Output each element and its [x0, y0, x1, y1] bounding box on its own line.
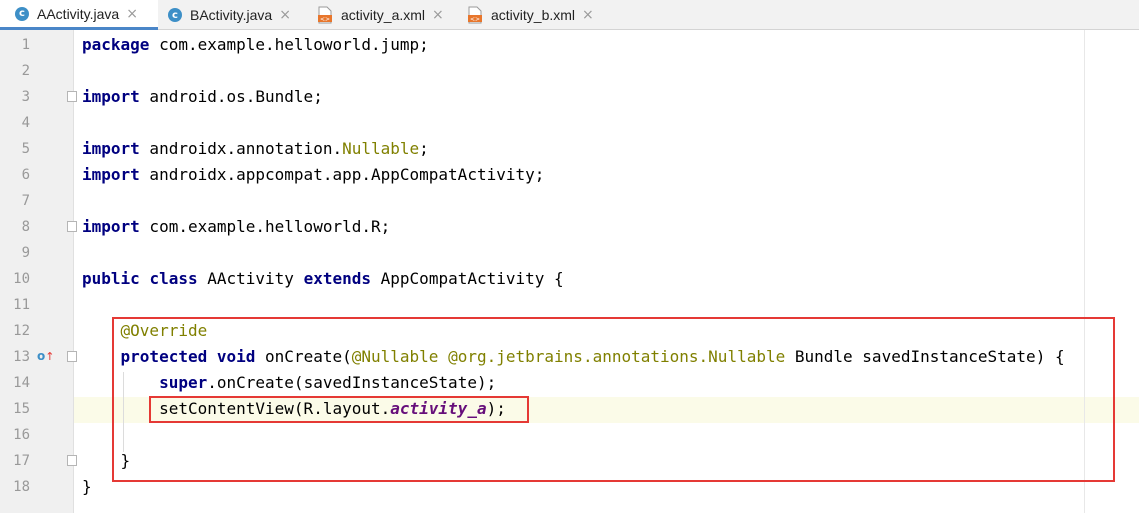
- line-number: 1: [21, 37, 30, 53]
- code-token: import: [82, 217, 140, 236]
- code-token: extends: [303, 269, 372, 288]
- code-token: AppCompatActivity {: [371, 269, 564, 288]
- line-number: 7: [21, 193, 30, 209]
- close-icon[interactable]: ×: [126, 6, 138, 22]
- line-number: 3: [21, 89, 30, 105]
- line-number: 14: [13, 375, 30, 391]
- line-number: 12: [13, 323, 30, 339]
- code-token: class: [149, 269, 198, 288]
- tab-bactivity-java[interactable]: c BActivity.java ×: [158, 0, 308, 30]
- tab-label: activity_b.xml: [491, 7, 576, 23]
- xml-file-icon: <>: [318, 6, 332, 24]
- line-number: 5: [21, 141, 30, 157]
- code-token: androidx.annotation.: [139, 139, 343, 158]
- close-icon[interactable]: ×: [432, 7, 444, 23]
- tab-label: AActivity.java: [37, 5, 120, 22]
- xml-file-icon: <>: [468, 6, 482, 24]
- code-token: ;: [419, 139, 429, 158]
- code-line[interactable]: import androidx.appcompat.app.AppCompatA…: [82, 162, 544, 188]
- line-number: 15: [13, 401, 30, 417]
- line-number: 4: [21, 115, 30, 131]
- close-icon[interactable]: ×: [279, 7, 291, 23]
- setcontentview-highlight-box: [149, 396, 529, 423]
- code-token: com.example.helloworld.jump;: [149, 35, 429, 54]
- code-token: import: [82, 165, 140, 184]
- code-token: Nullable: [342, 139, 420, 158]
- code-line[interactable]: import android.os.Bundle;: [82, 84, 323, 110]
- code-token: import: [82, 87, 140, 106]
- tab-label: BActivity.java: [190, 7, 273, 23]
- svg-text:<>: <>: [320, 16, 330, 23]
- code-token: import: [82, 139, 140, 158]
- code-token: com.example.helloworld.R;: [139, 217, 391, 236]
- line-number: 17: [13, 453, 30, 469]
- fold-marker-icon[interactable]: [67, 221, 77, 232]
- line-number: 2: [21, 63, 30, 79]
- editor-tab-bar: c AActivity.java × c BActivity.java × <>…: [0, 0, 1139, 30]
- line-number: 16: [13, 427, 30, 443]
- line-number: 13: [13, 349, 30, 365]
- tab-aactivity-java[interactable]: c AActivity.java ×: [0, 0, 158, 30]
- close-icon[interactable]: ×: [582, 7, 594, 23]
- tab-activity-a-xml[interactable]: <> activity_a.xml ×: [308, 0, 458, 30]
- java-class-icon: c: [168, 8, 182, 22]
- code-token: AActivity: [197, 269, 304, 288]
- line-number: 10: [13, 271, 30, 287]
- code-line[interactable]: import com.example.helloworld.R;: [82, 214, 390, 240]
- code-line[interactable]: public class AActivity extends AppCompat…: [82, 266, 564, 292]
- line-number: 6: [21, 167, 30, 183]
- svg-text:<>: <>: [470, 16, 480, 23]
- line-number: 9: [21, 245, 30, 261]
- java-class-icon: c: [15, 6, 29, 21]
- tab-label: activity_a.xml: [341, 7, 426, 23]
- fold-marker-icon[interactable]: [67, 91, 77, 102]
- line-number: 8: [21, 219, 30, 235]
- code-token: androidx.appcompat.app.AppCompatActivity…: [139, 165, 545, 184]
- code-line[interactable]: }: [82, 474, 92, 500]
- code-token: public: [82, 269, 140, 288]
- fold-marker-icon[interactable]: [67, 351, 77, 362]
- line-number: 18: [13, 479, 30, 495]
- code-line[interactable]: package com.example.helloworld.jump;: [82, 32, 429, 58]
- code-token: android.os.Bundle;: [139, 87, 323, 106]
- code-line[interactable]: import androidx.annotation.Nullable;: [82, 136, 429, 162]
- line-number: 11: [13, 297, 30, 313]
- code-token: }: [82, 477, 92, 496]
- tab-activity-b-xml[interactable]: <> activity_b.xml ×: [458, 0, 608, 30]
- fold-marker-icon[interactable]: [67, 455, 77, 466]
- override-method-icon[interactable]: o↑: [37, 350, 54, 363]
- code-token: package: [82, 35, 150, 54]
